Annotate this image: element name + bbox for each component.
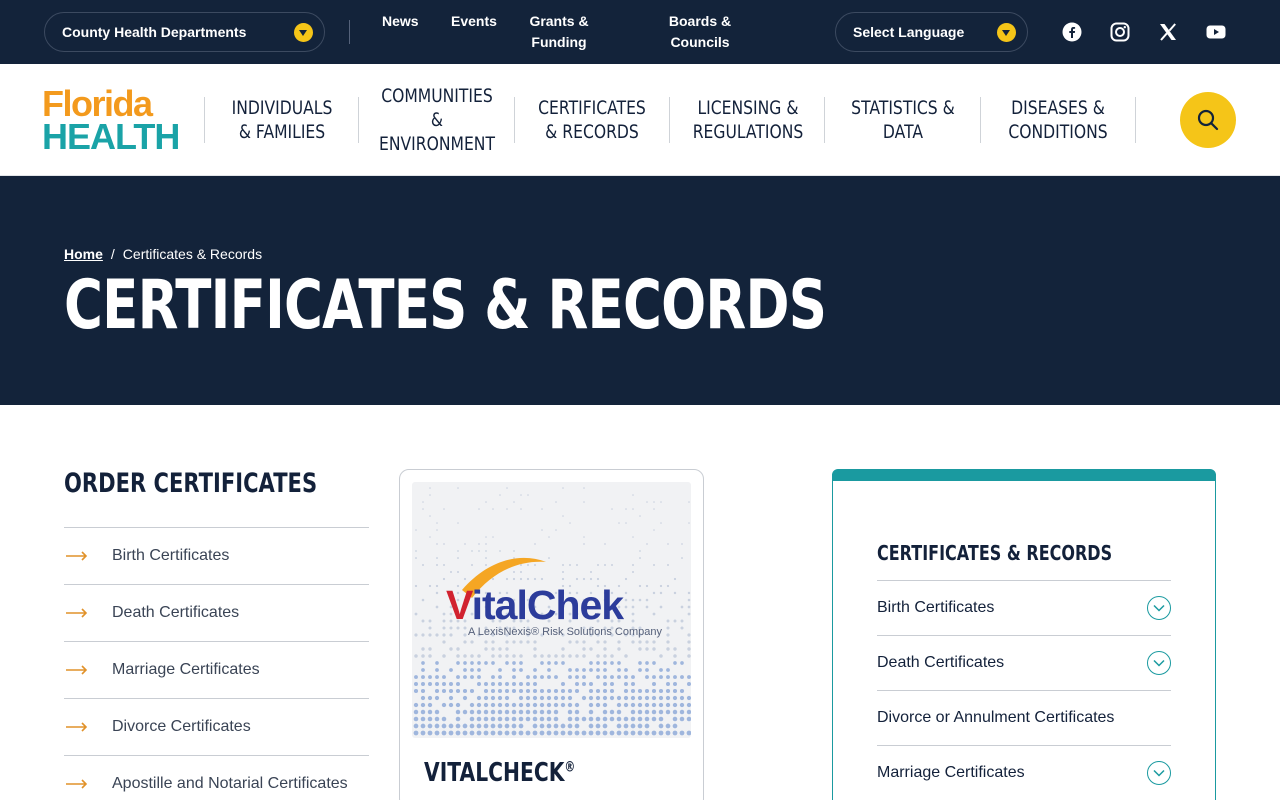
chevron-down-icon — [294, 23, 313, 42]
nav-divider — [1135, 97, 1136, 143]
order-certificates-title: ORDER CERTIFICATES — [64, 468, 318, 499]
order-item-label: Marriage Certificates — [112, 661, 260, 678]
nav-statistics-data[interactable]: STATISTICS & DATA — [846, 64, 961, 176]
sidebar-item-label: Birth Certificates — [877, 599, 995, 616]
sidebar-item-label: Marriage Certificates — [877, 764, 1025, 781]
grants-funding-link[interactable]: Grants & Funding — [508, 11, 610, 53]
search-icon — [1197, 109, 1219, 131]
arrow-right-icon — [64, 722, 112, 732]
sidebar-item-death-certificates[interactable]: Death Certificates — [877, 636, 1171, 691]
language-select-label: Select Language — [853, 24, 965, 40]
nav-divider — [514, 97, 515, 143]
sidebar-list: Birth Certificates Death Certificates Di… — [877, 580, 1171, 800]
nav-divider — [358, 97, 359, 143]
nav-diseases-conditions[interactable]: DISEASES & CONDITIONS — [1001, 64, 1116, 176]
nav-divider — [204, 97, 205, 143]
sidebar-item-label: Divorce or Annulment Certificates — [877, 709, 1115, 726]
utility-bar: County Health Departments News Events Gr… — [0, 0, 1280, 64]
arrow-right-icon — [64, 779, 112, 789]
vitalchek-wordmark: VitalChek — [446, 582, 624, 628]
order-item-label: Divorce Certificates — [112, 718, 251, 735]
facebook-icon[interactable] — [1060, 20, 1084, 44]
arrow-right-icon — [64, 665, 112, 675]
sidebar-title: CERTIFICATES & RECORDS — [877, 541, 1113, 565]
nav-divider — [824, 97, 825, 143]
search-button[interactable] — [1180, 92, 1236, 148]
order-certificates-list: Birth Certificates Death Certificates Ma… — [64, 527, 369, 800]
sidebar-item-marriage-certificates[interactable]: Marriage Certificates — [877, 746, 1171, 800]
order-item-label: Apostille and Notarial Certificates — [112, 775, 348, 792]
breadcrumb-home-link[interactable]: Home — [64, 246, 103, 262]
chevron-down-icon[interactable] — [1147, 651, 1171, 675]
chevron-down-icon[interactable] — [1147, 596, 1171, 620]
certificates-records-sidebar: CERTIFICATES & RECORDS Birth Certificate… — [832, 469, 1216, 800]
youtube-icon[interactable] — [1204, 20, 1228, 44]
sidebar-item-divorce-annulment[interactable]: Divorce or Annulment Certificates — [877, 691, 1171, 746]
vitalchek-tagline: A LexisNexis® Risk Solutions Company — [468, 626, 662, 638]
county-health-dropdown[interactable]: County Health Departments — [44, 12, 325, 52]
news-link[interactable]: News — [382, 11, 419, 32]
sidebar-item-birth-certificates[interactable]: Birth Certificates — [877, 581, 1171, 636]
florida-health-logo[interactable]: Florida HEALTH — [42, 86, 180, 156]
vitalchek-card[interactable]: VitalChek A LexisNexis® Risk Solutions C… — [399, 469, 704, 800]
language-select[interactable]: Select Language — [835, 12, 1028, 52]
breadcrumb-current: Certificates & Records — [122, 246, 263, 262]
county-dropdown-label: County Health Departments — [62, 24, 247, 40]
nav-communities-environment[interactable]: COMMUNITIES & ENVIRONMENT — [376, 64, 499, 176]
order-item-label: Birth Certificates — [112, 547, 230, 564]
list-item[interactable]: Marriage Certificates — [64, 642, 369, 699]
arrow-right-icon — [64, 551, 112, 561]
sidebar-item-label: Death Certificates — [877, 654, 1005, 671]
divider — [349, 20, 350, 44]
nav-divider — [980, 97, 981, 143]
list-item[interactable]: Birth Certificates — [64, 528, 369, 585]
chevron-down-icon[interactable] — [1147, 761, 1171, 785]
nav-divider — [669, 97, 670, 143]
nav-individuals-families[interactable]: INDIVIDUALS & FAMILIES — [225, 64, 340, 176]
vitalchek-logo-image: VitalChek A LexisNexis® Risk Solutions C… — [412, 482, 691, 738]
x-icon[interactable] — [1156, 20, 1180, 44]
list-item[interactable]: Death Certificates — [64, 585, 369, 642]
main-header: Florida HEALTH INDIVIDUALS & FAMILIES CO… — [0, 64, 1280, 176]
nav-certificates-records[interactable]: CERTIFICATES & RECORDS — [535, 64, 650, 176]
chevron-down-icon — [997, 23, 1016, 42]
list-item[interactable]: Apostille and Notarial Certificates — [64, 756, 369, 800]
page-title: CERTIFICATES & RECORDS — [64, 266, 827, 345]
list-item[interactable]: Divorce Certificates — [64, 699, 369, 756]
boards-councils-link[interactable]: Boards & Councils — [652, 11, 748, 53]
nav-licensing-regulations[interactable]: LICENSING & REGULATIONS — [687, 64, 810, 176]
order-item-label: Death Certificates — [112, 604, 240, 621]
breadcrumb-separator: / — [110, 246, 115, 262]
events-link[interactable]: Events — [451, 11, 497, 32]
breadcrumb: Home / Certificates & Records — [64, 246, 262, 262]
instagram-icon[interactable] — [1108, 20, 1132, 44]
vitalchek-card-title: VITALCHECK® — [424, 758, 576, 788]
arrow-right-icon — [64, 608, 112, 618]
page-hero: Home / Certificates & Records CERTIFICAT… — [0, 176, 1280, 405]
order-certificates-section: ORDER CERTIFICATES Birth Certificates De… — [64, 465, 369, 800]
logo-line-2: HEALTH — [42, 116, 180, 157]
